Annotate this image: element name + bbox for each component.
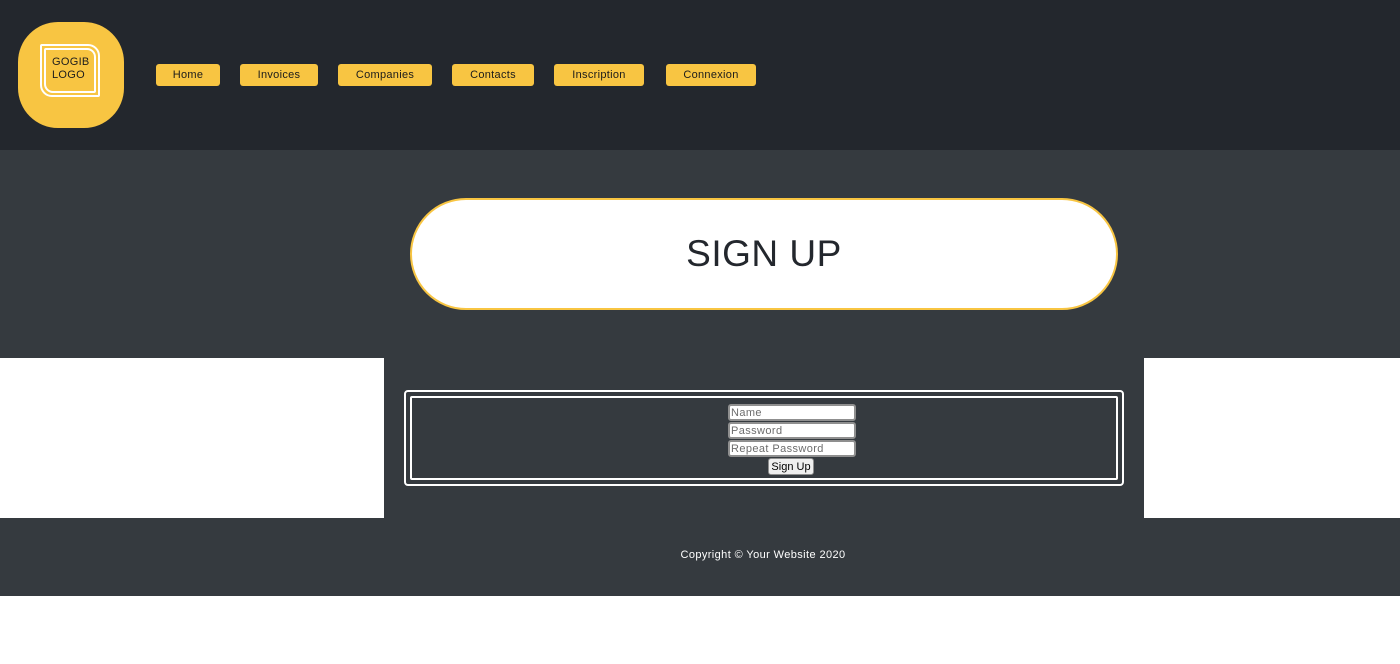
sign-up-button[interactable]: Sign Up xyxy=(768,458,814,475)
nav-connexion-button[interactable]: Connexion xyxy=(666,64,756,86)
nav-contacts-button[interactable]: Contacts xyxy=(452,64,534,86)
logo-line-1: GOGIB xyxy=(52,56,90,68)
page-title: SIGN UP xyxy=(686,233,842,274)
logo[interactable]: GOGIB LOGO xyxy=(18,22,124,128)
nav-companies-button[interactable]: Companies xyxy=(338,64,432,86)
signup-form: Sign Up xyxy=(410,396,1118,480)
signup-form-frame: Sign Up xyxy=(404,390,1124,486)
name-input[interactable] xyxy=(728,404,856,421)
nav-invoices-button[interactable]: Invoices xyxy=(240,64,318,86)
copyright-text: Copyright © Your Website 2020 xyxy=(680,549,846,561)
nav-inscription-button[interactable]: Inscription xyxy=(554,64,644,86)
site-footer: Copyright © Your Website 2020 xyxy=(0,518,1400,596)
signup-section: Sign Up xyxy=(384,358,1144,518)
password-input[interactable] xyxy=(728,422,856,439)
page-title-pill: SIGN UP xyxy=(410,198,1118,310)
nav-home-button[interactable]: Home xyxy=(156,64,220,86)
repeat-password-input[interactable] xyxy=(728,440,856,457)
site-header: GOGIB LOGO Home Invoices Companies Conta… xyxy=(0,0,1400,150)
logo-text: GOGIB LOGO xyxy=(52,56,102,82)
hero-band: SIGN UP xyxy=(0,150,1400,358)
logo-line-2: LOGO xyxy=(52,69,85,81)
